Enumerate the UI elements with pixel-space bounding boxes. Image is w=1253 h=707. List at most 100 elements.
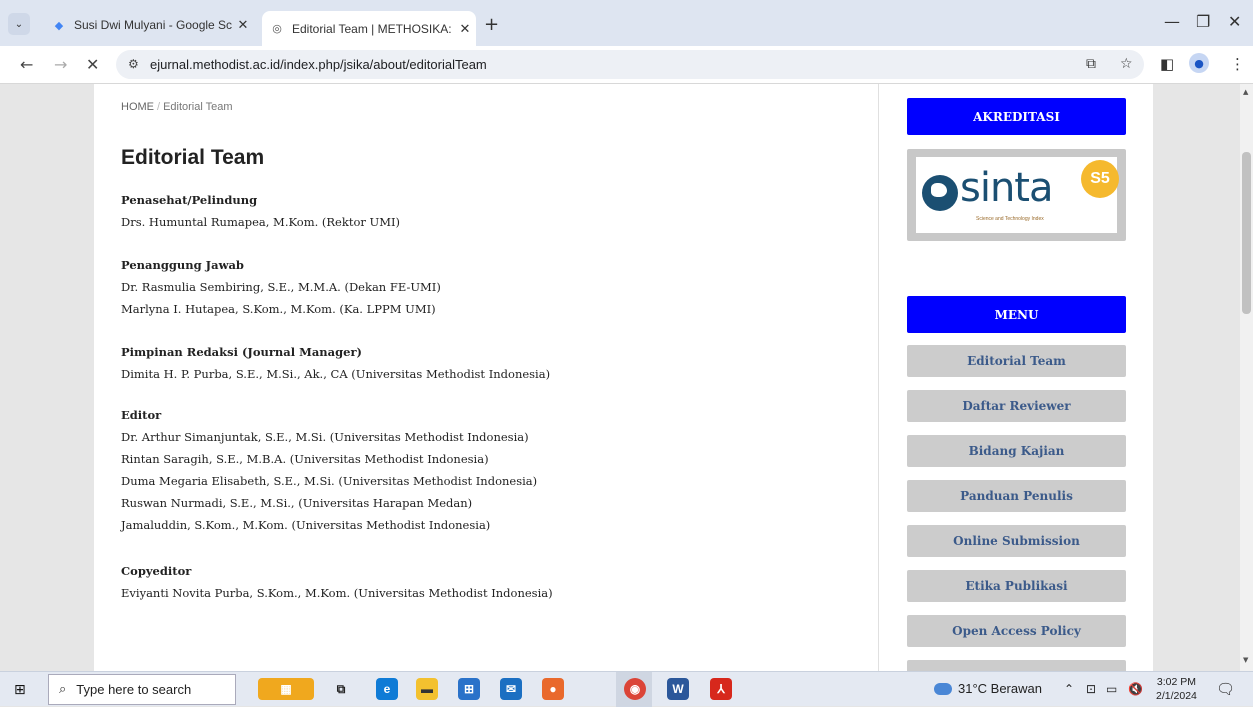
- main-content: HOME / Editorial Team Editorial Team Penas…: [94, 84, 879, 671]
- back-arrow-icon[interactable]: ←: [20, 55, 33, 74]
- menu-item-open-access-policy[interactable]: Open Access Policy: [907, 615, 1126, 647]
- page-viewport: HOME / Editorial Team Editorial Team Penas…: [0, 84, 1240, 671]
- menu-item-bidang-kajian[interactable]: Bidang Kajian: [907, 435, 1126, 467]
- close-window-button[interactable]: ✕: [1228, 12, 1241, 31]
- section-heading: Editor: [121, 408, 162, 422]
- menu-item-daftar-reviewer[interactable]: Daftar Reviewer: [907, 390, 1126, 422]
- loading-icon: ◎: [272, 23, 282, 35]
- section-penasehat: Penasehat/Pelindung Drs. Humuntal Rumape…: [121, 189, 400, 233]
- breadcrumb: HOME / Editorial Team: [121, 101, 233, 113]
- volume-muted-icon[interactable]: 🔇: [1128, 682, 1143, 696]
- taskbar-search-placeholder[interactable]: Type here to search: [76, 682, 191, 697]
- scroll-down-arrow-icon[interactable]: ▼: [1243, 656, 1248, 664]
- windows-taskbar: ⊞ ⌕ Type here to search ▦ ⧉ e ▬ ⊞ ✉ ● ◉ …: [0, 671, 1253, 707]
- translate-icon[interactable]: ⧉: [1086, 56, 1096, 72]
- sinta-level-badge: S5: [1081, 160, 1119, 198]
- mail-icon[interactable]: ✉: [500, 678, 522, 700]
- member-entry: Marlyna I. Hutapea, S.Kom., M.Kom. (Ka. …: [121, 302, 436, 316]
- address-bar[interactable]: ⚙ ejurnal.methodist.ac.id/index.php/jsik…: [116, 50, 1144, 79]
- menu-header: MENU: [907, 296, 1126, 333]
- more-menu-icon[interactable]: ⋮: [1230, 55, 1245, 73]
- member-entry: Dimita H. P. Purba, S.E., M.Si., Ak., CA…: [121, 367, 551, 381]
- tab-search-button[interactable]: ⌄: [8, 13, 30, 35]
- notification-center-icon[interactable]: 🗨: [1216, 680, 1235, 698]
- acrobat-icon[interactable]: ⅄: [710, 678, 732, 700]
- file-explorer-icon[interactable]: ▬: [416, 678, 438, 700]
- member-entry: Duma Megaria Elisabeth, S.E., M.Si. (Uni…: [121, 474, 538, 488]
- breadcrumb-separator: /: [157, 101, 161, 113]
- member-entry: Rintan Saragih, S.E., M.B.A. (Universita…: [121, 452, 489, 466]
- member-entry: Jamaluddin, S.Kom., M.Kom. (Universitas …: [121, 518, 491, 532]
- sinta-logo-box[interactable]: sinta S5 Science and Technology Index: [907, 149, 1126, 241]
- menu-item-panduan-penulis[interactable]: Panduan Penulis: [907, 480, 1126, 512]
- member-entry: Dr. Rasmulia Sembiring, S.E., M.M.A. (De…: [121, 280, 441, 294]
- member-entry: Dr. Arthur Simanjuntak, S.E., M.Si. (Uni…: [121, 430, 529, 444]
- toolbar: ← → ✕ ⚙ ejurnal.methodist.ac.id/index.ph…: [0, 46, 1253, 84]
- firefox-icon[interactable]: ●: [542, 678, 564, 700]
- url-text[interactable]: ejurnal.methodist.ac.id/index.php/jsika/…: [150, 57, 487, 72]
- menu-item-online-submission[interactable]: Online Submission: [907, 525, 1126, 557]
- forward-arrow-icon[interactable]: →: [54, 55, 67, 74]
- stop-loading-icon[interactable]: ✕: [86, 55, 99, 74]
- menu-item-etika-publikasi[interactable]: Etika Publikasi: [907, 570, 1126, 602]
- akreditasi-header: AKREDITASI: [907, 98, 1126, 135]
- tab-title: Editorial Team | METHOSIKA: Ju: [292, 21, 454, 36]
- breadcrumb-current: Editorial Team: [163, 101, 233, 113]
- graduation-cap-icon: ◆: [54, 19, 64, 32]
- section-penanggung-jawab: Penanggung Jawab Dr. Rasmulia Sembiring,…: [121, 254, 441, 320]
- show-hidden-icons-icon[interactable]: ⌃: [1064, 682, 1074, 696]
- scroll-up-arrow-icon[interactable]: ▲: [1243, 88, 1248, 96]
- task-view-icon[interactable]: ⧉: [330, 678, 352, 700]
- new-tab-button[interactable]: +: [484, 14, 499, 35]
- section-pimpinan-redaksi: Pimpinan Redaksi (Journal Manager) Dimit…: [121, 341, 550, 385]
- search-icon: ⌕: [59, 682, 67, 697]
- page-title: Editorial Team: [121, 146, 265, 169]
- breadcrumb-home-link[interactable]: HOME: [121, 101, 154, 113]
- tab-editorial-team[interactable]: ◎ Editorial Team | METHOSIKA: Ju ✕: [262, 11, 476, 46]
- section-copyeditor: Copyeditor Eviyanti Novita Purba, S.Kom.…: [121, 560, 553, 604]
- widgets-icon[interactable]: ▦: [258, 678, 314, 700]
- page-container: HOME / Editorial Team Editorial Team Penas…: [94, 84, 1153, 671]
- vertical-scrollbar[interactable]: ▲ ▼: [1240, 84, 1253, 671]
- section-heading: Penanggung Jawab: [121, 258, 244, 272]
- cloud-icon: [930, 677, 952, 695]
- clock-time: 3:02 PM: [1156, 676, 1196, 688]
- network-icon[interactable]: ⊡: [1086, 682, 1096, 696]
- site-info-icon[interactable]: ⚙: [128, 57, 139, 71]
- member-entry: Eviyanti Novita Purba, S.Kom., M.Kom. (U…: [121, 586, 553, 600]
- clock-date: 2/1/2024: [1156, 690, 1197, 702]
- profile-avatar-icon[interactable]: ●: [1189, 53, 1209, 73]
- tab-google-scholar[interactable]: ◆ Susi Dwi Mulyani - Google Scho ✕: [44, 11, 258, 39]
- bookmark-star-icon[interactable]: ☆: [1120, 56, 1133, 72]
- section-heading: Penasehat/Pelindung: [121, 193, 258, 207]
- member-entry: Drs. Humuntal Rumapea, M.Kom. (Rektor UM…: [121, 215, 401, 229]
- close-tab-icon[interactable]: ✕: [454, 21, 476, 37]
- section-heading: Copyeditor: [121, 564, 192, 578]
- menu-item-next[interactable]: [907, 660, 1126, 671]
- store-icon[interactable]: ⊞: [458, 678, 480, 700]
- scrollbar-thumb[interactable]: [1242, 152, 1251, 314]
- side-panel-icon[interactable]: ◧: [1160, 55, 1174, 73]
- sinta-globe-icon: [922, 175, 958, 211]
- sinta-wordmark: sinta: [960, 165, 1053, 211]
- section-heading: Pimpinan Redaksi (Journal Manager): [121, 345, 362, 359]
- member-entry: Ruswan Nurmadi, S.E., M.Si., (Universita…: [121, 496, 473, 510]
- close-tab-icon[interactable]: ✕: [232, 17, 254, 33]
- tab-title: Susi Dwi Mulyani - Google Scho: [74, 18, 232, 32]
- chrome-icon[interactable]: ◉: [624, 678, 646, 700]
- restore-button[interactable]: ❐: [1196, 12, 1210, 31]
- sinta-subtitle: Science and Technology Index: [976, 216, 1044, 222]
- taskbar-clock[interactable]: 3:02 PM 2/1/2024: [1156, 675, 1197, 703]
- minimize-button[interactable]: —: [1164, 12, 1180, 31]
- word-icon[interactable]: W: [667, 678, 689, 700]
- tab-strip: ⌄ ◆ Susi Dwi Mulyani - Google Scho ✕ ◎ E…: [0, 0, 1253, 46]
- weather-text: 31°C Berawan: [958, 681, 1042, 696]
- section-editor: Editor Dr. Arthur Simanjuntak, S.E., M.S…: [121, 404, 537, 536]
- menu-item-editorial-team[interactable]: Editorial Team: [907, 345, 1126, 377]
- windows-start-icon[interactable]: ⊞: [14, 682, 26, 698]
- taskbar-search[interactable]: ⌕ Type here to search: [48, 674, 236, 705]
- display-icon[interactable]: ▭: [1106, 682, 1117, 696]
- weather-widget[interactable]: 31°C Berawan: [930, 677, 1042, 696]
- edge-browser-icon[interactable]: e: [376, 678, 398, 700]
- sinta-logo[interactable]: sinta S5 Science and Technology Index: [916, 157, 1119, 233]
